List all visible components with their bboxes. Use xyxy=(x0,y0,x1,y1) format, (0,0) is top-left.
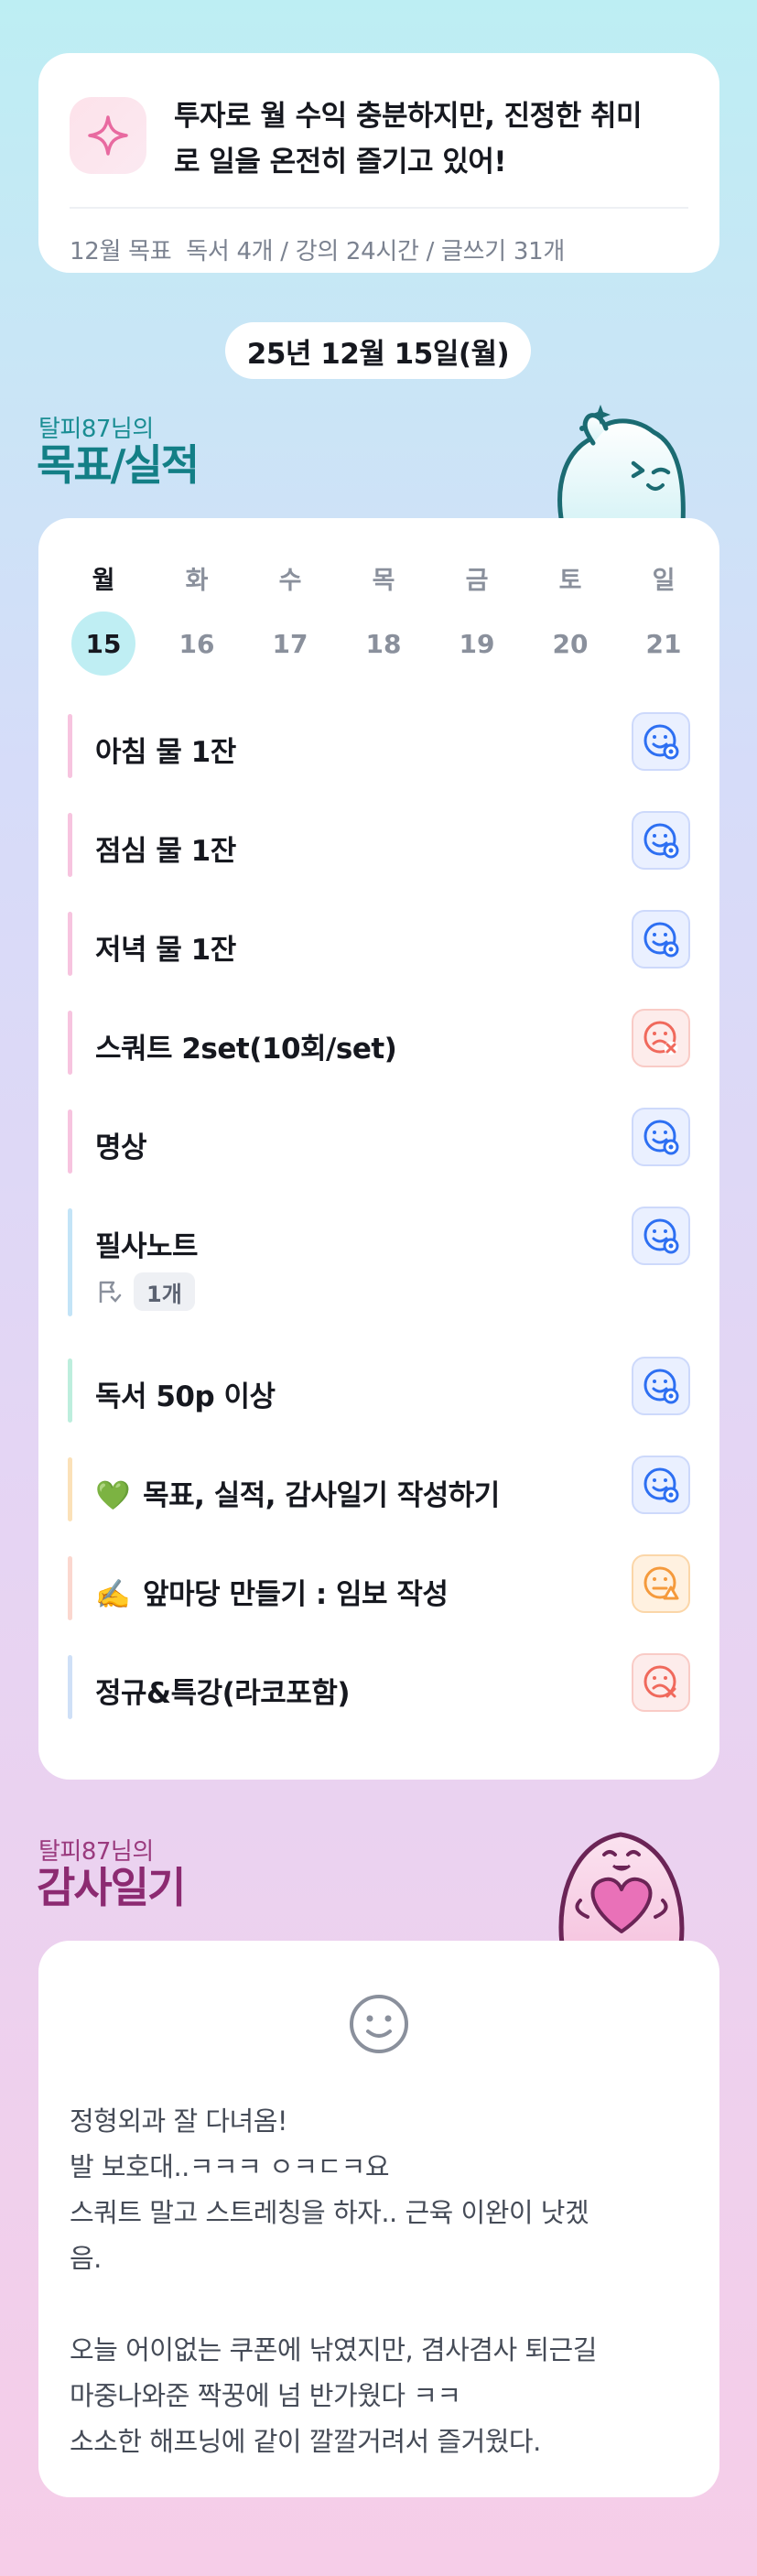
task-color-bar xyxy=(68,813,72,877)
gratitude-line: 정형외과 잘 다녀옴! xyxy=(70,2105,288,2137)
task-color-bar xyxy=(68,714,72,778)
smile-face-icon xyxy=(350,1995,408,2053)
gratitude-section-title: 감사일기 xyxy=(37,1863,186,1912)
task-item[interactable]: 정규&특강(라코포함) xyxy=(68,1653,690,1719)
sub-count-chip: 1개 xyxy=(134,1272,195,1311)
week-date: 20 xyxy=(552,628,589,659)
gratitude-line: 스쿼트 말고 스트레칭을 하자.. 근육 이완이 낫겠 xyxy=(70,2197,589,2228)
task-title: 저녁 물 1잔 xyxy=(95,934,236,967)
status-done-icon[interactable] xyxy=(632,712,690,771)
week-date: 19 xyxy=(459,628,495,659)
week-day-label: 토 xyxy=(558,567,582,595)
task-title: 점심 물 1잔 xyxy=(95,835,236,868)
monthly-goal: 12월 목표 독서 4개 / 강의 24시간 / 글쓰기 31개 xyxy=(70,238,565,265)
task-color-bar xyxy=(68,1109,72,1174)
week-day-thu[interactable]: 목 18 xyxy=(350,560,417,676)
divider xyxy=(70,207,688,209)
week-day-mon[interactable]: 월 15 xyxy=(70,560,137,676)
motto-line-1: 투자로 월 수익 충분하지만, 진정한 취미 xyxy=(174,100,643,133)
gratitude-line: 소소한 해프닝에 같이 깔깔거려서 즐거웠다. xyxy=(70,2426,541,2457)
status-done-icon[interactable] xyxy=(632,1108,690,1166)
status-done-icon[interactable] xyxy=(632,1357,690,1415)
task-title: 정규&특강(라코포함) xyxy=(95,1677,351,1710)
week-day-label: 일 xyxy=(652,567,676,595)
task-title: 아침 물 1잔 xyxy=(95,736,236,769)
gratitude-line: 마중나와준 짝꿍에 넘 반가웠다 ㅋㅋ xyxy=(70,2380,461,2411)
status-fail-icon[interactable] xyxy=(632,1653,690,1712)
cheering-mascot-icon xyxy=(557,405,686,524)
motto-text: 투자로 월 수익 충분하지만, 진정한 취미 로 일을 온전히 즐기고 있어! xyxy=(174,93,643,185)
task-color-bar xyxy=(68,1556,72,1620)
task-item[interactable]: 💚 목표, 실적, 감사일기 작성하기 xyxy=(68,1456,690,1521)
task-color-bar xyxy=(68,912,72,976)
task-title: 스쿼트 2set(10회/set) xyxy=(95,1033,397,1066)
week-day-tue[interactable]: 화 16 xyxy=(163,560,231,676)
status-partial-icon[interactable] xyxy=(632,1554,690,1613)
status-done-icon[interactable] xyxy=(632,1456,690,1514)
status-fail-icon[interactable] xyxy=(632,1009,690,1067)
heart-mascot-icon xyxy=(558,1832,685,1944)
week-date-selected: 15 xyxy=(71,612,135,676)
week-day-label: 월 xyxy=(92,567,115,595)
task-title-text: 앞마당 만들기 : 임보 작성 xyxy=(143,1578,449,1611)
task-color-bar xyxy=(68,1011,72,1075)
week-date: 16 xyxy=(178,628,215,659)
gratitude-line: 음. xyxy=(70,2243,102,2274)
motto-line-2: 로 일을 온전히 즐기고 있어! xyxy=(174,146,507,179)
week-day-label: 수 xyxy=(278,567,302,595)
task-title: 💚 목표, 실적, 감사일기 작성하기 xyxy=(95,1472,500,1513)
week-day-label: 금 xyxy=(465,567,489,595)
task-item[interactable]: 스쿼트 2set(10회/set) xyxy=(68,1009,690,1075)
sparkle-icon xyxy=(70,97,146,174)
task-item[interactable]: 명상 xyxy=(68,1108,690,1174)
gratitude-line: 오늘 어이없는 쿠폰에 낚였지만, 겸사겸사 퇴근길 xyxy=(70,2334,597,2365)
week-day-sat[interactable]: 토 20 xyxy=(536,560,604,676)
week-date: 21 xyxy=(645,628,682,659)
gratitude-card[interactable]: 정형외과 잘 다녀옴! 발 보호대..ㅋㅋㅋ ㅇㅋㄷㅋ요 스쿼트 말고 스트레칭… xyxy=(38,1941,719,2497)
task-sub-info: 1개 xyxy=(95,1272,195,1311)
status-done-icon[interactable] xyxy=(632,910,690,969)
task-color-bar xyxy=(68,1457,72,1521)
week-day-label: 화 xyxy=(185,567,209,595)
task-item[interactable]: 아침 물 1잔 xyxy=(68,712,690,778)
task-title: 명상 xyxy=(95,1131,147,1164)
motto-card[interactable]: 투자로 월 수익 충분하지만, 진정한 취미 로 일을 온전히 즐기고 있어! … xyxy=(38,53,719,273)
task-item[interactable]: 필사노트 1개 xyxy=(68,1207,690,1316)
task-title: 독서 50p 이상 xyxy=(95,1380,276,1413)
week-day-sun[interactable]: 일 21 xyxy=(630,560,698,676)
week-day-label: 목 xyxy=(372,567,395,595)
green-heart-icon: 💚 xyxy=(95,1479,131,1512)
gratitude-text: 정형외과 잘 다녀옴! 발 보호대..ㅋㅋㅋ ㅇㅋㄷㅋ요 스쿼트 말고 스트레칭… xyxy=(70,2098,701,2464)
status-done-icon[interactable] xyxy=(632,1207,690,1265)
task-color-bar xyxy=(68,1655,72,1719)
flag-icon xyxy=(99,1281,122,1303)
week-day-wed[interactable]: 수 17 xyxy=(256,560,324,676)
task-title: 필사노트 xyxy=(95,1230,199,1263)
date-selector[interactable]: 25년 12월 15일(월) xyxy=(225,322,531,379)
task-color-bar xyxy=(68,1358,72,1423)
writing-hand-icon: ✍️ xyxy=(95,1578,131,1611)
gratitude-line: 발 보호대..ㅋㅋㅋ ㅇㅋㄷㅋ요 xyxy=(70,2151,390,2182)
task-item[interactable]: 점심 물 1잔 xyxy=(68,811,690,877)
week-day-fri[interactable]: 금 19 xyxy=(443,560,511,676)
week-date: 17 xyxy=(272,628,308,659)
task-item[interactable]: ✍️ 앞마당 만들기 : 임보 작성 xyxy=(68,1554,690,1620)
task-color-bar xyxy=(68,1208,72,1316)
goals-card: 월 15 화 16 수 17 목 18 금 19 토 20 일 21 아침 물 … xyxy=(38,518,719,1780)
task-item[interactable]: 독서 50p 이상 xyxy=(68,1357,690,1423)
task-title: ✍️ 앞마당 만들기 : 임보 작성 xyxy=(95,1571,449,1612)
week-date: 18 xyxy=(365,628,402,659)
task-item[interactable]: 저녁 물 1잔 xyxy=(68,910,690,976)
status-done-icon[interactable] xyxy=(632,811,690,870)
gratitude-line xyxy=(70,2281,701,2327)
task-title-text: 목표, 실적, 감사일기 작성하기 xyxy=(143,1479,500,1512)
goals-section-title: 목표/실적 xyxy=(37,440,200,490)
